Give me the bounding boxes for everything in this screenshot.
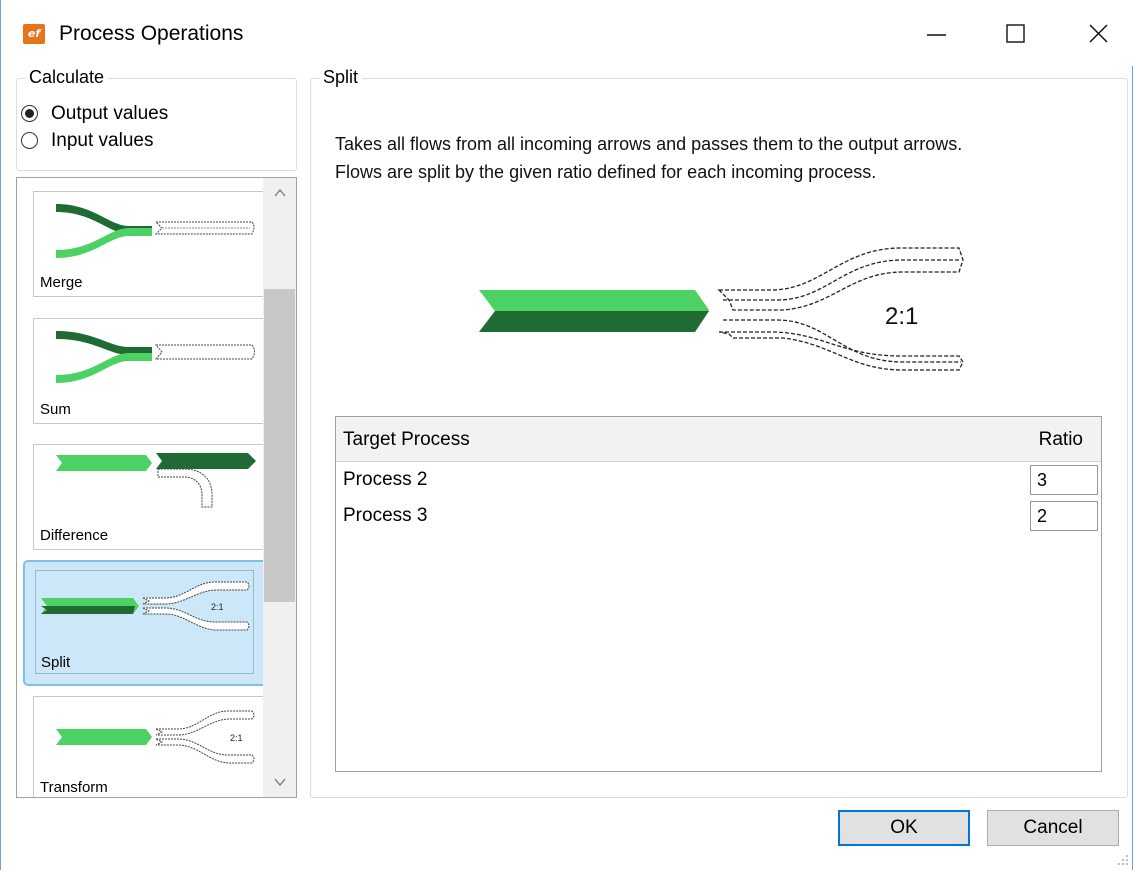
merge-thumbnail-icon: [56, 204, 255, 258]
window-title: Process Operations: [59, 22, 244, 45]
process-name-cell: Process 3: [343, 505, 428, 526]
diagram-ratio-label: 2:1: [885, 303, 918, 330]
operation-item-split[interactable]: 2:1 Split: [23, 560, 268, 686]
ok-button[interactable]: OK: [838, 810, 970, 846]
chevron-down-icon: [274, 778, 286, 787]
process-operations-dialog: ef Process Operations Calculate Output v…: [0, 0, 1133, 870]
column-header-target[interactable]: Target Process: [343, 428, 470, 452]
description-line: Takes all flows from all incoming arrows…: [335, 134, 963, 154]
thumb-ratio-label: 2:1: [230, 733, 243, 743]
radio-label: Output values: [51, 103, 169, 124]
scroll-up-button[interactable]: [263, 178, 296, 208]
split-description: Takes all flows from all incoming arrows…: [335, 130, 1115, 186]
operation-item-merge[interactable]: Merge: [33, 191, 266, 297]
resize-grip-icon[interactable]: [1115, 852, 1129, 866]
operation-item-sum[interactable]: Sum: [33, 318, 266, 424]
operations-list: Merge Sum Difference 2:1 Split 2:1 Trans…: [16, 177, 297, 798]
table-row[interactable]: Process 3: [336, 499, 1101, 535]
grid-header: Target Process Ratio: [336, 417, 1101, 462]
title-bar: ef Process Operations: [1, 0, 1133, 66]
maximize-button[interactable]: [996, 16, 1036, 52]
difference-thumbnail-icon: [56, 453, 256, 508]
operation-label: Sum: [40, 401, 71, 418]
radio-button[interactable]: [21, 132, 38, 149]
sum-thumbnail-icon: [56, 331, 255, 383]
calculate-legend: Calculate: [25, 66, 109, 88]
table-row[interactable]: Process 2: [336, 463, 1101, 499]
description-line: Flows are split by the given ratio defin…: [335, 162, 877, 182]
process-name-cell: Process 2: [343, 469, 428, 490]
operation-label: Transform: [40, 779, 108, 796]
split-legend: Split: [319, 66, 363, 88]
cancel-button[interactable]: Cancel: [987, 810, 1119, 846]
target-process-grid: Target Process Ratio Process 2 Process 3: [335, 416, 1102, 772]
operations-scrollbar[interactable]: [263, 178, 296, 797]
radio-label: Input values: [51, 130, 154, 151]
minimize-button[interactable]: [917, 16, 957, 52]
ratio-input[interactable]: [1030, 465, 1098, 495]
close-button[interactable]: [1079, 16, 1119, 52]
chevron-up-icon: [274, 188, 286, 197]
scroll-down-button[interactable]: [263, 767, 296, 797]
operation-label: Difference: [40, 527, 109, 544]
column-header-ratio[interactable]: Ratio: [1039, 428, 1083, 452]
operation-item-transform[interactable]: 2:1 Transform: [33, 696, 266, 797]
transform-thumbnail-icon: 2:1: [56, 710, 255, 764]
operation-label: Merge: [40, 274, 83, 291]
ratio-input[interactable]: [1030, 501, 1098, 531]
operation-label: Split: [41, 654, 71, 671]
maximize-icon: [1006, 24, 1025, 43]
thumb-ratio-label: 2:1: [211, 602, 224, 612]
minimize-icon: [927, 34, 946, 36]
close-icon: [1089, 24, 1108, 43]
radio-button-checked[interactable]: [21, 105, 38, 122]
operation-item-difference[interactable]: Difference: [33, 444, 266, 550]
split-diagram-icon: 2:1: [479, 247, 964, 371]
app-icon: ef: [23, 24, 45, 44]
scroll-thumb[interactable]: [264, 289, 295, 602]
